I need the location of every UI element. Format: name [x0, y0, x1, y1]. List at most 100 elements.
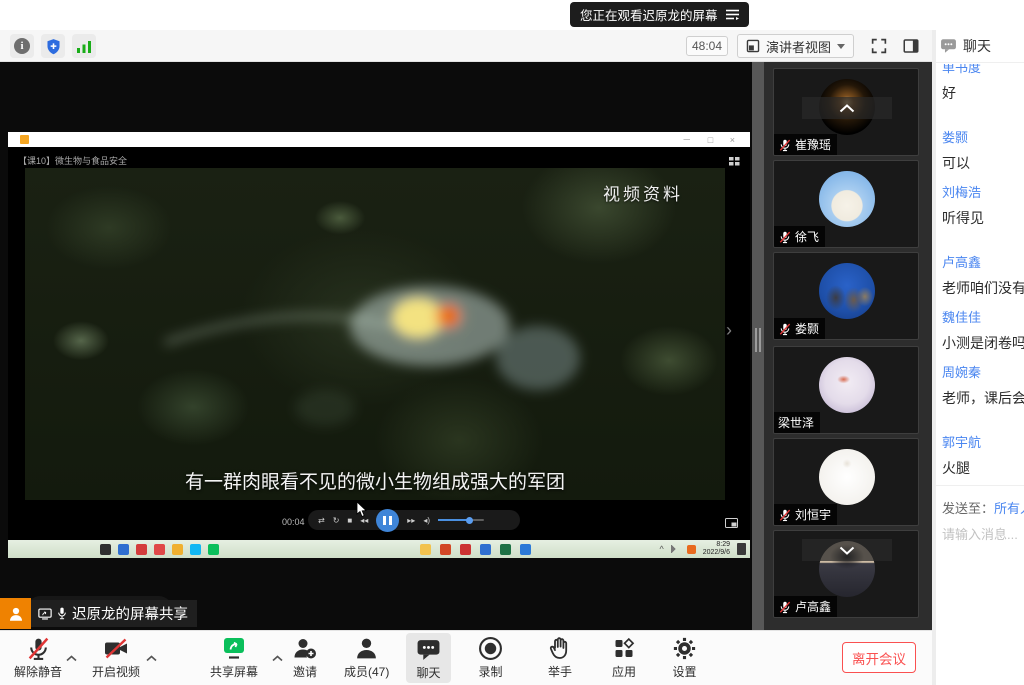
- window-top-strip: 您正在观看迟原龙的屏幕: [0, 0, 1024, 30]
- taskbar-app-icons[interactable]: [100, 544, 219, 555]
- avatar: [819, 263, 875, 319]
- volume-icon[interactable]: ◂): [423, 516, 430, 525]
- members-button[interactable]: 成员(47): [344, 636, 389, 682]
- playback-time: 00:04: [282, 517, 305, 527]
- presenter-icon-box: [0, 598, 31, 629]
- chat-footer: 发送至： 所有人: [936, 485, 1024, 544]
- collapse-panel-chevron[interactable]: ›: [726, 320, 732, 341]
- participant-tile[interactable]: 梁世泽: [773, 346, 919, 434]
- taskbar-tray[interactable]: ^ 8:29 2022/9/6: [660, 540, 746, 558]
- mic-muted-icon: [26, 636, 51, 661]
- participant-name: 卢高鑫: [795, 598, 831, 615]
- invite-button[interactable]: 邀请: [292, 636, 318, 682]
- settings-button[interactable]: 设置: [672, 636, 697, 682]
- chat-button[interactable]: 聊天: [406, 633, 451, 683]
- mic-muted-icon: [778, 230, 792, 244]
- participant-tile[interactable]: 卢高鑫: [773, 530, 919, 618]
- raise-hand-button[interactable]: 举手: [548, 636, 572, 682]
- gear-icon: [672, 636, 697, 661]
- send-to-selector[interactable]: 所有人: [994, 498, 1024, 517]
- drag-handle[interactable]: [755, 328, 761, 352]
- scroll-up-button[interactable]: [802, 97, 892, 119]
- apps-button[interactable]: 应用: [612, 636, 636, 682]
- participants-panel: 崔豫瑶 徐飞 娄颢 梁世泽 刘恒宇: [764, 62, 932, 630]
- loop-icon[interactable]: ↻: [333, 516, 340, 525]
- chat-sender: 魏佳佳: [942, 307, 1024, 326]
- stage-participants-divider[interactable]: [752, 62, 764, 630]
- mic-muted-icon: [778, 138, 792, 152]
- notification-center-icon[interactable]: [737, 543, 746, 555]
- share-options-chevron[interactable]: [272, 649, 283, 667]
- window-controls[interactable]: － □ ×: [682, 133, 742, 146]
- player-title: 【课10】微生物与食品安全: [18, 154, 127, 167]
- mouse-cursor: [356, 502, 368, 523]
- send-to-label: 发送至：: [942, 498, 994, 517]
- participant-name: 刘恒宇: [795, 506, 831, 523]
- chat-message: 火腿: [942, 458, 1024, 478]
- network-quality-button[interactable]: [72, 34, 96, 58]
- chat-bubble-icon: [416, 638, 441, 662]
- leave-meeting-button[interactable]: 离开会议: [842, 642, 916, 673]
- participant-name: 徐飞: [795, 228, 819, 245]
- side-panel-toggle-button[interactable]: [902, 37, 920, 60]
- share-badge-text: 迟原龙的屏幕共享: [72, 603, 188, 624]
- video-options-chevron[interactable]: [146, 649, 157, 667]
- mini-player-icon[interactable]: [725, 515, 738, 533]
- camera-muted-icon: [103, 636, 129, 661]
- chat-panel: 聊天 单书度 好 娄颢 可以 刘梅浩 听得见 卢高鑫 老师咱们没有 魏佳佳 小测…: [936, 30, 1024, 685]
- network-icon: [671, 545, 680, 553]
- share-screen-button[interactable]: 共享屏幕: [210, 636, 258, 682]
- record-icon: [478, 636, 503, 661]
- taskbar-app-icons-2[interactable]: [420, 544, 531, 555]
- view-mode-label: 演讲者视图: [766, 37, 831, 56]
- chat-panel-header: 聊天: [936, 30, 1024, 63]
- fast-forward-icon[interactable]: ▸▸: [407, 516, 415, 525]
- chat-message-input[interactable]: [942, 527, 1022, 542]
- windows-taskbar: ^ 8:29 2022/9/6: [8, 540, 750, 558]
- view-mode-button[interactable]: 演讲者视图: [737, 34, 854, 58]
- mic-icon: [57, 607, 67, 620]
- chat-sender: 单书度: [942, 64, 1024, 76]
- chat-message: 好: [942, 83, 1024, 103]
- chat-sender: 郭宇航: [942, 432, 1024, 451]
- unmute-button[interactable]: 解除静音: [14, 636, 62, 682]
- microorganism-illustration: [25, 168, 725, 500]
- video-frame: 视频资料 有一群肉眼看不见的微小生物组成强大的军团: [25, 168, 725, 500]
- chat-panel-title: 聊天: [963, 36, 991, 56]
- participant-tile[interactable]: 徐飞: [773, 160, 919, 248]
- share-screen-icon: [221, 636, 247, 661]
- chat-sender: 周婉秦: [942, 362, 1024, 381]
- screen-share-badge: 迟原龙的屏幕共享: [0, 598, 197, 629]
- start-video-button[interactable]: 开启视频: [92, 636, 140, 682]
- avatar: [819, 171, 875, 227]
- meeting-security-button[interactable]: [41, 34, 65, 58]
- tray-chevron-icon[interactable]: ^: [660, 544, 664, 554]
- meeting-toolbar: i 48:04 演讲者视图: [0, 30, 932, 62]
- shuffle-icon[interactable]: ⇄: [318, 516, 325, 525]
- unmute-options-chevron[interactable]: [66, 649, 77, 667]
- record-button[interactable]: 录制: [478, 636, 503, 682]
- participant-name: 崔豫瑶: [795, 136, 831, 153]
- video-corner-label: 视频资料: [603, 180, 683, 205]
- volume-slider[interactable]: [438, 519, 484, 521]
- apps-grid-icon: [612, 636, 636, 661]
- player-controls: ⇄ ↻ ■ ◂◂ ▸▸ ◂): [308, 510, 520, 530]
- chat-sender: 娄颢: [942, 127, 1024, 146]
- player-grid-icon[interactable]: [729, 153, 740, 171]
- watching-banner: 您正在观看迟原龙的屏幕: [570, 2, 749, 27]
- fullscreen-button[interactable]: [870, 37, 888, 60]
- chat-bubble-icon: [940, 38, 957, 54]
- avatar: [819, 449, 875, 505]
- pause-button[interactable]: [376, 509, 399, 532]
- signal-bars-icon: [77, 40, 92, 53]
- participant-tile[interactable]: 刘恒宇: [773, 438, 919, 526]
- participant-tile[interactable]: 崔豫瑶: [773, 68, 919, 156]
- participant-tile[interactable]: 娄颢: [773, 252, 919, 340]
- chat-sender: 刘梅浩: [942, 182, 1024, 201]
- scroll-down-button[interactable]: [802, 539, 892, 561]
- meeting-timer: 48:04: [686, 36, 728, 56]
- stop-icon[interactable]: ■: [347, 516, 352, 525]
- banner-menu-icon[interactable]: [726, 9, 739, 20]
- meeting-info-button[interactable]: i: [10, 34, 34, 58]
- person-add-icon: [292, 636, 318, 661]
